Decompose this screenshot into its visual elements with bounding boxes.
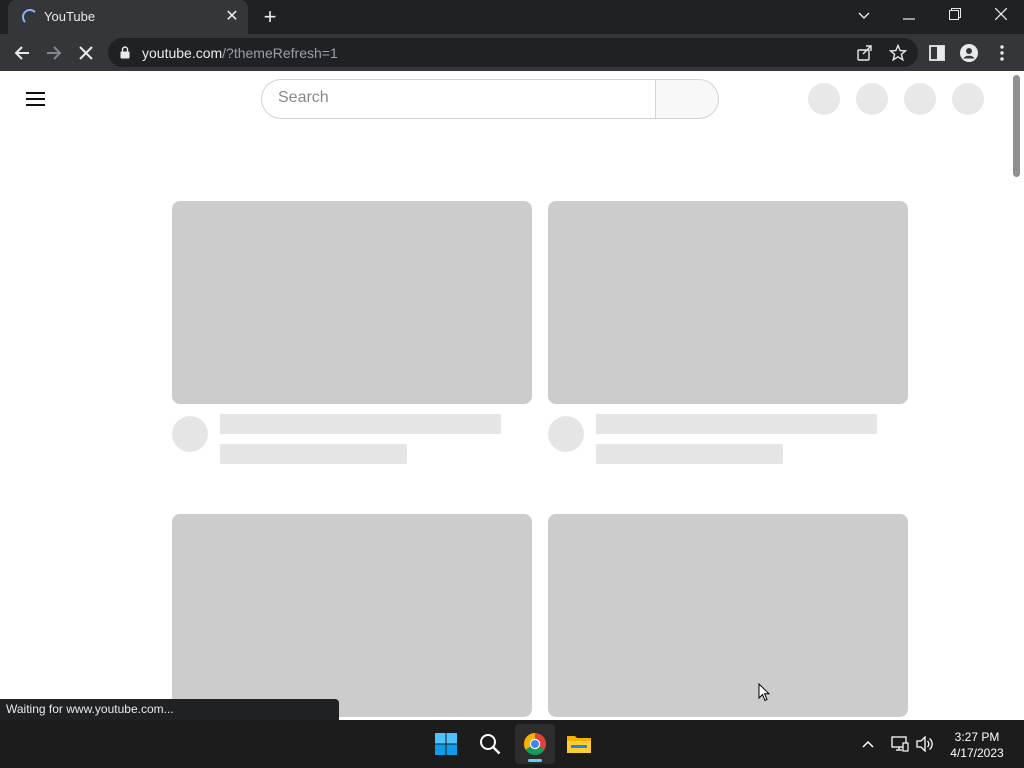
forward-button[interactable]: [40, 39, 68, 67]
url-host: youtube.com: [142, 45, 223, 61]
forward-arrow-icon: [47, 46, 62, 60]
mouse-pointer-icon: [758, 683, 770, 702]
browser-tab-strip: YouTube ✕ +: [0, 0, 1024, 34]
volume-icon[interactable]: [915, 734, 935, 754]
channel-avatar-placeholder: [172, 416, 208, 452]
taskbar-search-button[interactable]: [470, 724, 510, 764]
browser-tab-youtube[interactable]: YouTube ✕: [8, 0, 248, 34]
start-button[interactable]: [426, 724, 466, 764]
tab-search-chevron-icon[interactable]: [842, 0, 886, 30]
page-scrollbar[interactable]: [1010, 71, 1024, 720]
header-placeholder-icon-3: [904, 83, 936, 115]
profile-avatar-icon[interactable]: [959, 43, 979, 63]
share-icon[interactable]: [856, 44, 874, 62]
back-button[interactable]: [8, 39, 36, 67]
scrollbar-thumb[interactable]: [1013, 75, 1020, 177]
video-thumbnail-placeholder: [172, 201, 532, 404]
clock-time: 3:27 PM: [954, 730, 1000, 744]
minimize-button[interactable]: [887, 0, 931, 30]
video-meta-placeholder: [596, 444, 783, 464]
tab-close-icon[interactable]: ✕: [222, 7, 242, 27]
close-window-button[interactable]: [979, 0, 1023, 30]
bookmark-star-icon[interactable]: [889, 44, 907, 62]
search-box: [261, 79, 656, 119]
header-placeholder-icon-4: [952, 83, 984, 115]
video-title-placeholder: [596, 414, 877, 434]
video-thumbnail-placeholder: [548, 514, 908, 717]
lock-icon[interactable]: [120, 46, 130, 59]
active-app-indicator: [528, 759, 542, 762]
tab-title: YouTube: [44, 9, 96, 24]
browser-toolbar: youtube.com/?themeRefresh=1: [0, 34, 1024, 71]
folder-icon: [567, 736, 591, 753]
side-panel-icon[interactable]: [927, 43, 947, 63]
url-path: /?themeRefresh=1: [222, 45, 338, 61]
taskbar-chrome-button[interactable]: [515, 724, 555, 764]
status-bubble: Waiting for www.youtube.com...: [0, 699, 339, 720]
search-icon: [480, 734, 501, 755]
header-placeholder-icon-1: [808, 83, 840, 115]
guide-menu-icon[interactable]: [26, 92, 46, 106]
taskbar-file-explorer-button[interactable]: [559, 724, 599, 764]
video-thumbnail-placeholder: [548, 201, 908, 404]
clock-date: 4/17/2023: [950, 746, 1004, 760]
network-icon[interactable]: [890, 734, 910, 754]
channel-avatar-placeholder: [548, 416, 584, 452]
new-tab-button[interactable]: +: [256, 5, 284, 29]
url-text: youtube.com/?themeRefresh=1: [142, 45, 338, 61]
search-button[interactable]: [655, 79, 719, 119]
stop-x-icon: [79, 46, 93, 60]
restore-button[interactable]: [933, 0, 977, 30]
address-bar[interactable]: youtube.com/?themeRefresh=1: [108, 38, 918, 67]
system-clock[interactable]: 3:27 PM 4/17/2023: [940, 729, 1014, 761]
video-meta-placeholder: [220, 444, 407, 464]
video-title-placeholder: [220, 414, 501, 434]
windows-logo-icon: [435, 733, 457, 755]
video-thumbnail-placeholder: [172, 514, 532, 717]
loading-spinner-icon: [22, 9, 38, 25]
stop-loading-button[interactable]: [72, 39, 100, 67]
browser-menu-kebab-icon[interactable]: [992, 43, 1012, 63]
search-input[interactable]: [278, 89, 638, 107]
windows-taskbar: 3:27 PM 4/17/2023: [0, 720, 1024, 768]
show-hidden-icons-chevron-icon[interactable]: [858, 734, 878, 754]
back-arrow-icon: [14, 46, 29, 60]
web-page-viewport: Waiting for www.youtube.com...: [0, 71, 1024, 720]
chrome-logo-icon: [524, 733, 546, 755]
header-placeholder-icon-2: [856, 83, 888, 115]
